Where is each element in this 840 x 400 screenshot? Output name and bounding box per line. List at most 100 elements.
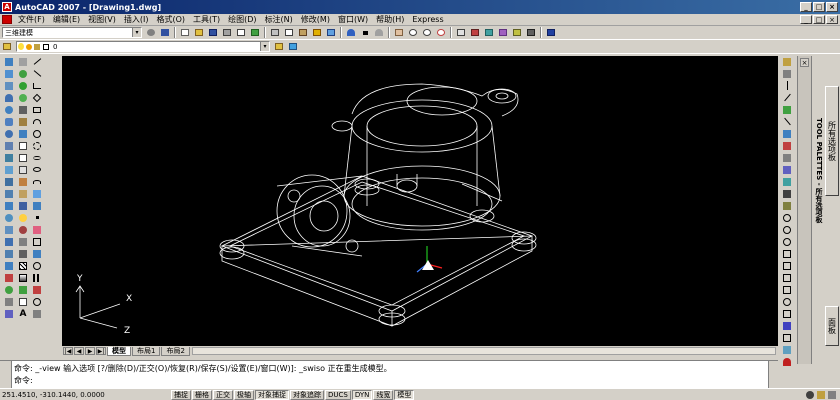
materials-tool[interactable] (17, 224, 29, 235)
fillet-modify-tool[interactable] (781, 224, 793, 235)
array-tool[interactable] (31, 272, 43, 283)
sweep-tool[interactable] (3, 200, 15, 211)
ellipse-arc-tool[interactable] (31, 176, 43, 187)
cone-tool[interactable] (3, 92, 15, 103)
first-tab-button[interactable]: |◀ (63, 347, 73, 355)
cut-button[interactable] (269, 27, 281, 38)
render-tool[interactable] (17, 200, 29, 211)
scale-modify-tool[interactable] (781, 140, 793, 151)
make-block-tool[interactable] (31, 200, 43, 211)
publish-button[interactable] (249, 27, 261, 38)
rotate-modify-tool[interactable] (781, 128, 793, 139)
palette-tab-panel[interactable]: 面板 (825, 306, 839, 346)
dim-edit-tool[interactable] (781, 320, 793, 331)
move-tool[interactable] (31, 284, 43, 295)
circle-tool[interactable] (31, 128, 43, 139)
status-grid-button[interactable]: 栅格 (192, 389, 212, 400)
menu-dimension[interactable]: 标注(N) (261, 14, 297, 25)
break-modify-tool[interactable] (781, 188, 793, 199)
menu-format[interactable]: 格式(O) (152, 14, 189, 25)
dim-diameter-tool[interactable] (781, 284, 793, 295)
menu-window[interactable]: 窗口(W) (334, 14, 372, 25)
palette-tab-all[interactable]: 所有选项板 (825, 86, 839, 196)
save-button[interactable] (207, 27, 219, 38)
coordinates-readout[interactable]: 251.4510, -310.1440, 0.0000 (0, 391, 170, 399)
loft-tool[interactable] (3, 224, 15, 235)
dim-style-tool[interactable] (781, 308, 793, 319)
line-tool[interactable] (31, 56, 43, 67)
continuous-orbit-tool[interactable] (17, 92, 29, 103)
chevron-down-icon[interactable]: ▾ (132, 28, 141, 37)
leader-tool[interactable] (781, 344, 793, 355)
realistic-tool[interactable] (17, 176, 29, 187)
trim-modify-tool[interactable] (781, 164, 793, 175)
communication-center-icon[interactable] (806, 390, 814, 399)
union-tool[interactable] (3, 236, 15, 247)
last-tab-button[interactable]: ▶| (96, 347, 106, 355)
status-lineweight-button[interactable]: 线宽 (373, 389, 394, 400)
menu-file[interactable]: 文件(F) (14, 14, 49, 25)
free-orbit-tool[interactable] (17, 80, 29, 91)
tab-layout2[interactable]: 布局2 (161, 346, 190, 356)
dim-radius-tool[interactable] (781, 272, 793, 283)
workspace-save-button[interactable] (159, 27, 171, 38)
dim-angular-tool[interactable] (781, 296, 793, 307)
maximize-button[interactable]: □ (813, 2, 825, 12)
magnet-tool[interactable] (781, 356, 793, 367)
dim-linear-tool[interactable] (781, 248, 793, 259)
paste-button[interactable] (297, 27, 309, 38)
command-prompt[interactable]: 命令: (14, 375, 33, 386)
doc-restore-button[interactable]: □ (813, 15, 825, 24)
explode-modify-tool[interactable] (781, 236, 793, 247)
calculator-button[interactable] (525, 27, 537, 38)
sphere-tool[interactable] (3, 104, 15, 115)
zoom-window-button[interactable] (421, 27, 433, 38)
match-properties-button[interactable] (311, 27, 323, 38)
menu-help[interactable]: 帮助(H) (372, 14, 408, 25)
offset-tool[interactable] (31, 260, 43, 271)
table-tool[interactable] (17, 296, 29, 307)
spline-tool[interactable] (31, 152, 43, 163)
pan-button[interactable] (393, 27, 405, 38)
point-tool[interactable] (31, 212, 43, 223)
3d-wireframe-tool[interactable] (17, 152, 29, 163)
move-modify-tool[interactable] (781, 116, 793, 127)
ellipse-tool[interactable] (31, 164, 43, 175)
mirror-tool[interactable] (31, 248, 43, 259)
insert-block-tool[interactable] (31, 188, 43, 199)
text-tool[interactable]: A (17, 308, 29, 319)
make-current-layer-button[interactable] (273, 41, 285, 52)
erase-modify-tool[interactable] (781, 56, 793, 67)
layer-dropdown[interactable]: 0 ▾ (16, 41, 270, 52)
workspace-settings-button[interactable] (145, 27, 157, 38)
minimize-button[interactable]: _ (800, 2, 812, 12)
markup-button[interactable] (511, 27, 523, 38)
rotate-tool[interactable] (31, 296, 43, 307)
dim-aligned-tool[interactable] (781, 260, 793, 271)
flatshot-tool[interactable] (17, 248, 29, 259)
document-icon[interactable] (2, 15, 12, 24)
toolbar-lock-icon[interactable] (817, 390, 825, 399)
help-button[interactable] (545, 27, 557, 38)
box-tool[interactable] (3, 68, 15, 79)
gradient-tool[interactable] (17, 272, 29, 283)
tab-model[interactable]: 模型 (107, 346, 131, 356)
erase-tool[interactable] (31, 224, 43, 235)
tab-layout1[interactable]: 布局1 (132, 346, 161, 356)
status-osnap-button[interactable]: 对象捕捉 (255, 389, 289, 400)
wedge-tool[interactable] (3, 80, 15, 91)
copy-tool[interactable] (31, 236, 43, 247)
block-editor-button[interactable] (325, 27, 337, 38)
subtract-tool[interactable] (3, 248, 15, 259)
camera-tool[interactable] (17, 104, 29, 115)
horizontal-scrollbar[interactable] (191, 347, 776, 355)
tool-palettes-button[interactable] (483, 27, 495, 38)
tool-palette-window[interactable]: × TOOL PALETTES - 所有选项板 所有选项板 面板 (797, 56, 840, 364)
open-button[interactable] (193, 27, 205, 38)
close-button[interactable]: × (826, 2, 838, 12)
menu-view[interactable]: 视图(V) (84, 14, 120, 25)
undo-button[interactable] (345, 27, 357, 38)
polysolid-tool[interactable] (3, 56, 15, 67)
drawing-canvas[interactable]: Y X Z (62, 56, 778, 346)
layer-previous-button[interactable] (287, 41, 299, 52)
